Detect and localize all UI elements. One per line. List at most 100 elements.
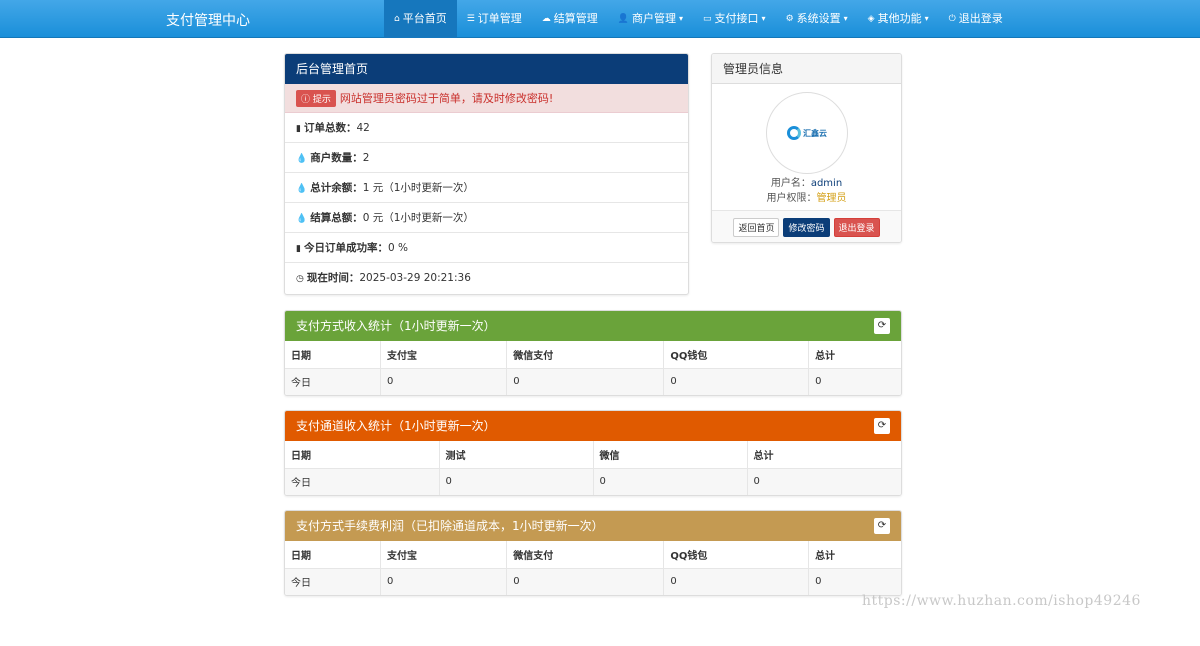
table-cell: 0 [808,368,901,395]
table-row: 今日 0 0 0 0 [285,368,901,395]
panel-header: 支付方式收入统计（1小时更新一次） ⟳ [285,311,901,341]
company-logo: 汇鑫云 [787,126,827,140]
refresh-icon[interactable]: ⟳ [874,418,890,434]
panel-header: 支付通道收入统计（1小时更新一次） ⟳ [285,411,901,441]
panel-title: 支付通道收入统计（1小时更新一次） [296,419,496,433]
column-header: 微信支付 [506,541,665,569]
nav-item-settlement[interactable]: ☁ 结算管理 [532,0,608,38]
brand-title[interactable]: 支付管理中心 [166,10,250,30]
nav-label: 结算管理 [553,12,598,25]
stats-table: 日期 支付宝 微信支付 QQ钱包 总计 今日 0 0 0 0 [285,341,901,395]
clock-icon: ◷ [296,274,304,284]
nav-item-home[interactable]: ⌂ 平台首页 [384,0,457,38]
table-cell: 0 [808,568,901,595]
row-value: 42 [356,122,370,134]
table-cell: 今日 [285,568,381,595]
column-header: 总计 [808,541,901,569]
nav-item-other[interactable]: ◈ 其他功能 ▾ [858,0,939,38]
payment-method-income-panel: 支付方式收入统计（1小时更新一次） ⟳ 日期 支付宝 微信支付 QQ钱包 总计 今日 0 0 0… [284,310,902,396]
table-cell: 0 [663,568,810,595]
column-header: 日期 [285,441,440,469]
back-home-button[interactable]: 返回首页 [733,217,780,237]
table-row: 今日 0 0 0 [285,468,901,495]
table-cell: 0 [747,468,901,495]
top-navbar: 支付管理中心 ⌂ 平台首页 ☰ 订单管理 ☁ 结算管理 👤 商户管理 ▾ ▭ 支付接口 ▾ ⚙… [0,0,1200,38]
nav-item-orders[interactable]: ☰ 订单管理 [457,0,532,38]
stat-row-total-balance: 💧 总计余额：1 元（1小时更新一次） [285,173,688,203]
row-value: 0 元（1小时更新一次） [362,212,474,224]
stats-table: 日期 支付宝 微信支付 QQ钱包 总计 今日 0 0 0 0 [285,541,901,595]
bar-chart-icon: ▮ [296,244,301,254]
row-label: 订单总数： [303,122,357,134]
nav-item-payment-api[interactable]: ▭ 支付接口 ▾ [693,0,776,38]
bar-chart-icon: ▮ [296,124,301,134]
column-header: QQ钱包 [663,341,810,369]
user-icon: 👤 [617,14,630,24]
column-header: 支付宝 [380,541,508,569]
nav-label: 退出登录 [958,12,1003,25]
nav-item-system-settings[interactable]: ⚙ 系统设置 ▾ [776,0,858,38]
panel-title: 后台管理首页 [285,54,688,84]
table-cell: 0 [380,568,508,595]
nav-label: 系统设置 [796,12,841,25]
stat-row-order-count: ▮ 订单总数：42 [285,113,688,143]
row-label: 商户数量： [310,152,363,164]
logout-button[interactable]: 退出登录 [833,217,880,237]
role-line: 用户权限：管理员 [712,189,901,204]
nav-item-merchants[interactable]: 👤 商户管理 ▾ [608,0,693,38]
admin-info-panel: 管理员信息 汇鑫云 用户名：admin 用户权限：管理员 返回首页 修改密码 退… [711,53,902,243]
panel-title: 支付方式收入统计（1小时更新一次） [296,319,496,333]
refresh-icon[interactable]: ⟳ [874,318,890,334]
column-header: 支付宝 [380,341,508,369]
row-value: 0 % [387,242,408,254]
cube-icon: ◈ [867,14,875,24]
row-value: 2 [362,152,370,164]
row-label: 总计余额： [310,182,363,194]
admin-home-panel: 后台管理首页 ⓘ 提示 网站管理员密码过于简单，请及时修改密码! ▮ 订单总数：4… [284,53,689,295]
row-label: 现在时间： [306,272,360,284]
cog-icon: ⚙ [785,14,794,24]
nav-label: 商户管理 [632,12,677,25]
power-icon: ⏻ [948,14,956,24]
logo-text: 汇鑫云 [803,128,827,138]
nav-item-logout[interactable]: ⏻ 退出登录 [939,0,1013,38]
fee-profit-panel: 支付方式手续费利润（已扣除通道成本，1小时更新一次） ⟳ 日期 支付宝 微信支付 QQ… [284,510,902,596]
table-header-row: 日期 支付宝 微信支付 QQ钱包 总计 [285,541,901,569]
refresh-icon[interactable]: ⟳ [874,518,890,534]
caret-down-icon: ▾ [761,14,766,23]
table-header-row: 日期 支付宝 微信支付 QQ钱包 总计 [285,341,901,369]
nav-label: 支付接口 [714,12,759,25]
alert-badge: ⓘ 提示 [296,89,336,107]
admin-actions: 返回首页 修改密码 退出登录 [712,210,901,242]
table-cell: 0 [380,368,508,395]
change-password-button[interactable]: 修改密码 [783,217,830,237]
column-header: 日期 [285,541,381,569]
avatar: 汇鑫云 [766,92,848,174]
role-value: 管理员 [816,193,847,204]
logo-mark-icon [787,126,801,140]
column-header: 微信支付 [506,341,665,369]
caret-down-icon: ▾ [924,14,929,23]
main-nav: ⌂ 平台首页 ☰ 订单管理 ☁ 结算管理 👤 商户管理 ▾ ▭ 支付接口 ▾ ⚙ 系统设置 ▾ ◈… [384,0,1013,38]
stats-table: 日期 测试 微信 总计 今日 0 0 0 [285,441,901,495]
column-header: 微信 [593,441,748,469]
nav-label: 订单管理 [477,12,522,25]
role-label: 用户权限： [766,193,817,204]
panel-header: 支付方式手续费利润（已扣除通道成本，1小时更新一次） ⟳ [285,511,901,541]
caret-down-icon: ▾ [843,14,848,23]
stat-row-success-rate: ▮ 今日订单成功率：0 % [285,233,688,263]
column-header: QQ钱包 [663,541,810,569]
row-value: 2025-03-29 20:21:36 [359,272,471,284]
table-cell: 0 [506,368,665,395]
stat-row-merchant-count: 💧 商户数量：2 [285,143,688,173]
stat-row-settled-total: 💧 结算总额：0 元（1小时更新一次） [285,203,688,233]
channel-income-panel: 支付通道收入统计（1小时更新一次） ⟳ 日期 测试 微信 总计 今日 0 0 0 [284,410,902,496]
drop-icon: 💧 [296,214,308,224]
column-header: 日期 [285,341,381,369]
nav-label: 其他功能 [877,12,922,25]
column-header: 总计 [747,441,901,469]
column-header: 测试 [439,441,594,469]
username-label: 用户名： [770,178,811,189]
panel-title: 支付方式手续费利润（已扣除通道成本，1小时更新一次） [296,519,604,533]
list-icon: ☰ [466,14,475,24]
